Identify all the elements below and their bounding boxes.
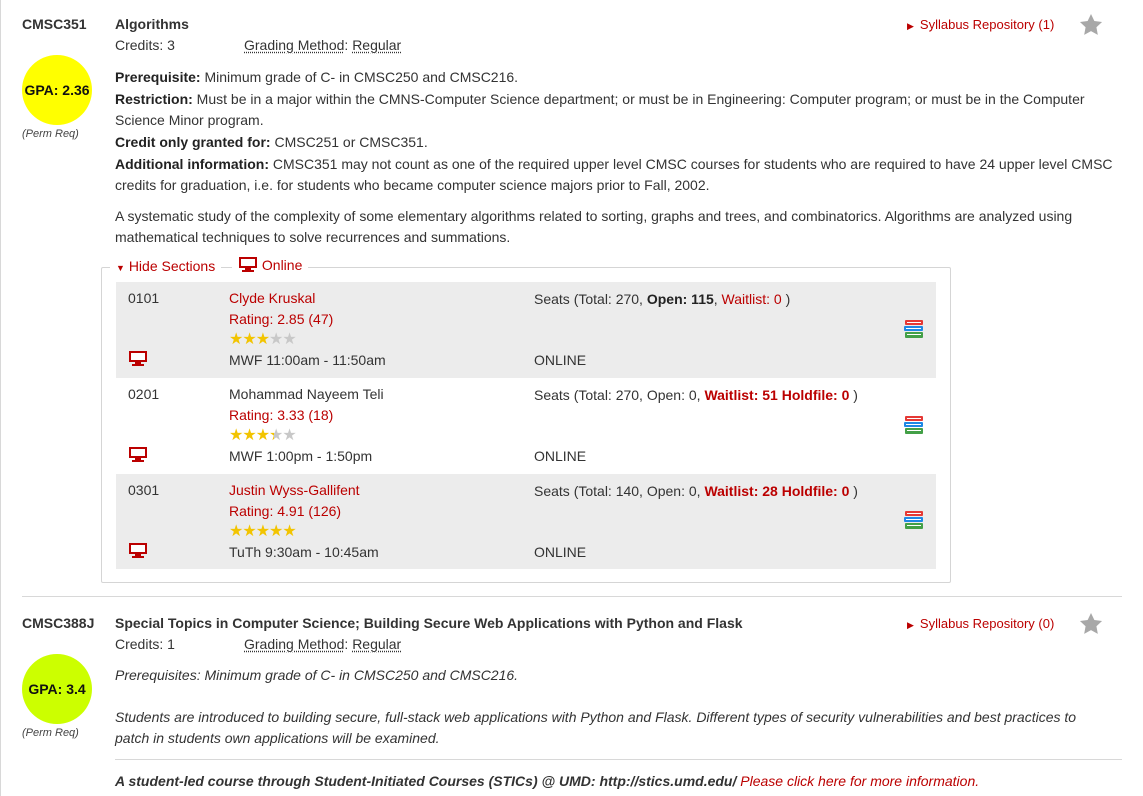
grading-method: Grading Method: Regular bbox=[244, 636, 402, 652]
credit-only-label: Credit only granted for: bbox=[115, 134, 271, 150]
seats-prefix: Seats (Total: 270, Open: 0, bbox=[534, 387, 705, 403]
caret-down-icon: ▼ bbox=[116, 263, 125, 273]
course-code: CMSC351 bbox=[22, 16, 87, 32]
seats-info: Seats (Total: 140, Open: 0, Waitlist: 28… bbox=[534, 483, 858, 499]
class-location: ONLINE bbox=[534, 448, 587, 464]
course-code: CMSC388J bbox=[22, 615, 95, 631]
seats-info: Seats (Total: 270, Open: 0, Waitlist: 51… bbox=[534, 387, 858, 403]
textbooks-icon[interactable] bbox=[903, 318, 925, 340]
seats-suffix: ) bbox=[849, 387, 858, 403]
instructor-name: Mohammad Nayeem Teli bbox=[229, 386, 384, 402]
prerequisites-text: Prerequisites: Minimum grade of C- in CM… bbox=[115, 667, 519, 683]
section-number: 0301 bbox=[128, 482, 160, 498]
hide-sections-toggle[interactable]: ▼ Hide Sections bbox=[110, 258, 222, 274]
restriction-text: Must be in a major within the CMNS-Compu… bbox=[115, 91, 1085, 128]
seats-info: Seats (Total: 270, Open: 115, Waitlist: … bbox=[534, 291, 790, 307]
gpa-badge: GPA: 3.4 bbox=[22, 654, 92, 724]
course-title: Special Topics in Computer Science; Buil… bbox=[115, 615, 743, 631]
credit-only: Credit only granted for: CMSC251 or CMSC… bbox=[115, 132, 1125, 153]
syllabus-repository-label: Syllabus Repository (0) bbox=[919, 616, 1055, 631]
waitlist-count[interactable]: Waitlist: 51 Holdfile: 0 bbox=[704, 387, 849, 403]
instructor-rating-link[interactable]: Rating: 3.33 (18) bbox=[229, 407, 333, 423]
grading-method-value: Regular bbox=[352, 636, 402, 652]
favorite-star-icon[interactable] bbox=[1078, 12, 1104, 38]
seats-separator: , bbox=[713, 291, 722, 307]
monitor-icon bbox=[129, 351, 147, 366]
restriction: Restriction: Must be in a major within t… bbox=[115, 89, 1125, 131]
stics-text: A student-led course through Student-Ini… bbox=[115, 773, 737, 789]
course-description: A systematic study of the complexity of … bbox=[115, 208, 1073, 245]
waitlist-count[interactable]: Waitlist: 28 Holdfile: 0 bbox=[704, 483, 849, 499]
caret-right-icon: ▶ bbox=[907, 21, 914, 31]
syllabus-repository-link[interactable]: ▶ Syllabus Repository (0) bbox=[907, 616, 1054, 631]
instructor-link[interactable]: Clyde Kruskal bbox=[229, 290, 315, 306]
online-label: Online bbox=[261, 257, 303, 273]
rating-stars: ★★★★★ bbox=[229, 331, 297, 348]
open-seats: Open: 115 bbox=[646, 291, 714, 307]
course-divider bbox=[22, 596, 1122, 597]
waitlist-count[interactable]: Waitlist: 0 bbox=[722, 291, 782, 307]
hide-sections-label: Hide Sections bbox=[128, 258, 216, 274]
instructor-rating-link[interactable]: Rating: 4.91 (126) bbox=[229, 503, 341, 519]
instructor-link[interactable]: Justin Wyss-Gallifent bbox=[229, 482, 360, 498]
credit-only-text: CMSC251 or CMSC351. bbox=[270, 134, 428, 150]
course-credits: Credits: 3 bbox=[115, 37, 175, 53]
prerequisite-label: Prerequisite: bbox=[115, 69, 201, 85]
prerequisite-text: Minimum grade of C- in CMSC250 and CMSC2… bbox=[200, 69, 519, 85]
caret-right-icon: ▶ bbox=[907, 620, 914, 630]
class-time: TuTh 9:30am - 10:45am bbox=[229, 544, 379, 560]
section-number: 0201 bbox=[128, 386, 160, 402]
seats-suffix: ) bbox=[849, 483, 858, 499]
restriction-label: Restriction: bbox=[115, 91, 193, 107]
prerequisite: Prerequisite: Minimum grade of C- in CMS… bbox=[115, 67, 1125, 88]
instructor-rating-link[interactable]: Rating: 2.85 (47) bbox=[229, 311, 333, 327]
syllabus-repository-link[interactable]: ▶ Syllabus Repository (1) bbox=[907, 17, 1054, 32]
perm-req-label: (Perm Req) bbox=[22, 128, 79, 140]
textbooks-icon[interactable] bbox=[903, 414, 925, 436]
online-filter-label: Online bbox=[232, 256, 309, 273]
stics-note: A student-led course through Student-Ini… bbox=[115, 773, 979, 789]
stics-more-info-link[interactable]: Please click here for more information. bbox=[740, 773, 979, 789]
class-time: MWF 11:00am - 11:50am bbox=[229, 352, 386, 368]
grading-method-label: Grading Method bbox=[244, 37, 345, 53]
syllabus-repository-label: Syllabus Repository (1) bbox=[919, 17, 1055, 32]
section-number: 0101 bbox=[128, 290, 160, 306]
class-location: ONLINE bbox=[534, 352, 587, 368]
monitor-icon bbox=[239, 257, 257, 272]
monitor-icon bbox=[129, 543, 147, 558]
textbooks-icon[interactable] bbox=[903, 509, 925, 531]
class-location: ONLINE bbox=[534, 544, 587, 560]
additional-information-label: Additional information: bbox=[115, 156, 269, 172]
rating-stars: ★★★★★ bbox=[229, 427, 297, 444]
grading-method-label: Grading Method bbox=[244, 636, 345, 652]
seats-prefix: Seats (Total: 140, Open: 0, bbox=[534, 483, 705, 499]
grading-method-value: Regular bbox=[352, 37, 402, 53]
gpa-badge: GPA: 2.36 bbox=[22, 55, 92, 125]
course-title: Algorithms bbox=[115, 16, 189, 32]
class-time: MWF 1:00pm - 1:50pm bbox=[229, 448, 373, 464]
rating-stars: ★★★★★ bbox=[229, 523, 297, 540]
perm-req-label: (Perm Req) bbox=[22, 727, 79, 739]
seats-prefix: Seats (Total: 270, bbox=[534, 291, 647, 307]
course-description: Students are introduced to building secu… bbox=[115, 709, 1077, 746]
additional-information: Additional information: CMSC351 may not … bbox=[115, 154, 1125, 196]
seats-suffix: ) bbox=[781, 291, 791, 307]
stics-divider bbox=[115, 759, 1122, 760]
grading-method: Grading Method: Regular bbox=[244, 37, 402, 53]
favorite-star-icon[interactable] bbox=[1078, 611, 1104, 637]
monitor-icon bbox=[129, 447, 147, 462]
course-credits: Credits: 1 bbox=[115, 636, 175, 652]
